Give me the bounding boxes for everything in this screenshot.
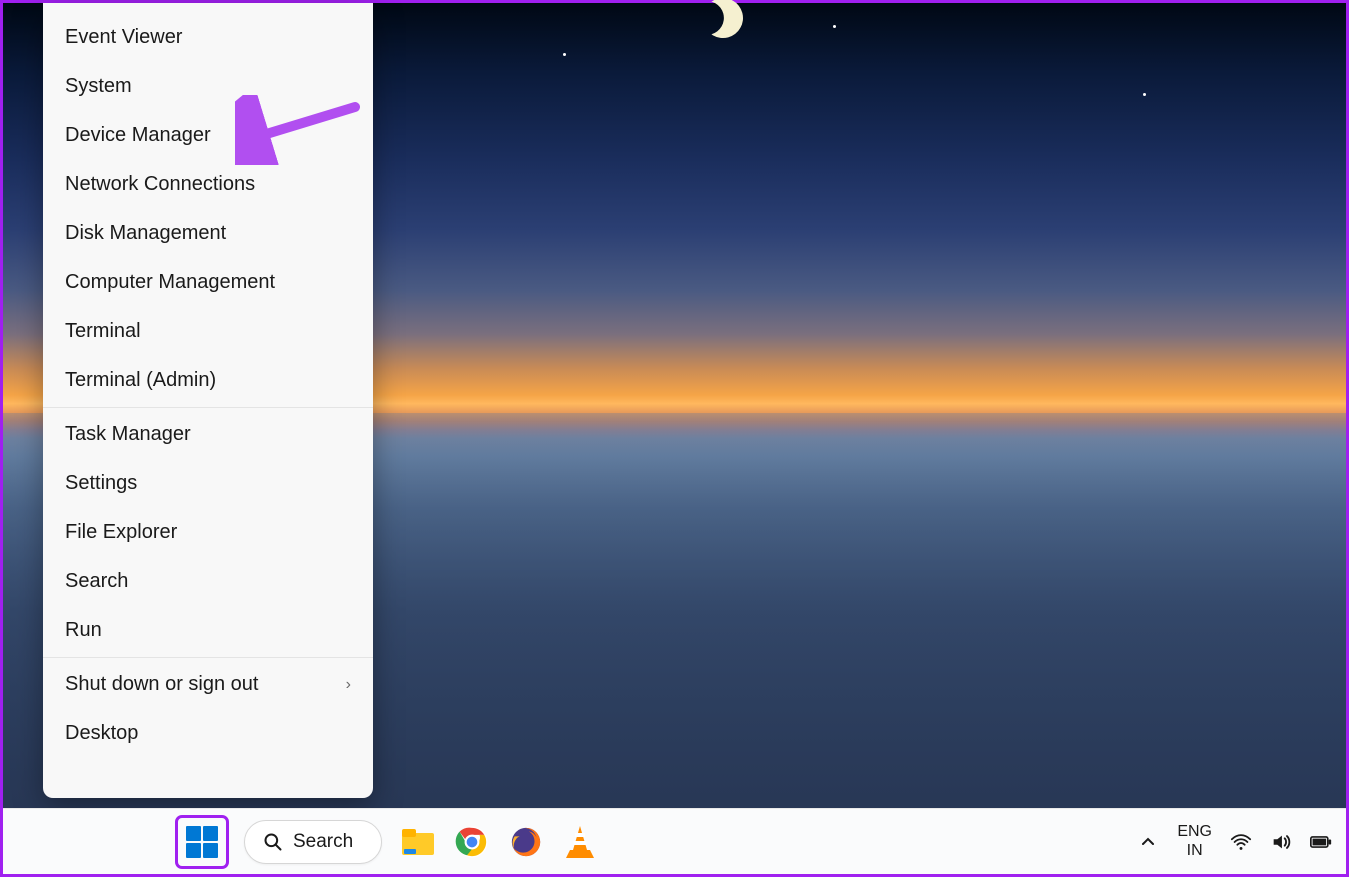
menu-separator	[43, 407, 373, 408]
menu-item-desktop[interactable]: Desktop	[43, 709, 373, 758]
vlc-icon[interactable]	[562, 824, 598, 860]
chevron-right-icon: ›	[346, 676, 351, 694]
language-line2: IN	[1177, 842, 1212, 860]
menu-item-label: Shut down or sign out	[65, 673, 258, 696]
menu-item-label: Disk Management	[65, 222, 226, 245]
menu-item-terminal[interactable]: Terminal	[43, 307, 373, 356]
winx-context-menu: Event Viewer System Device Manager Network …	[43, 3, 373, 798]
menu-item-event-viewer[interactable]: Event Viewer	[43, 13, 373, 62]
search-icon	[263, 832, 283, 852]
chrome-icon[interactable]	[454, 824, 490, 860]
star-icon	[563, 53, 566, 56]
system-tray: ENG IN	[1137, 823, 1332, 860]
star-icon	[833, 25, 836, 28]
menu-item-task-manager[interactable]: Task Manager	[43, 410, 373, 459]
language-line1: ENG	[1177, 823, 1212, 841]
menu-item-system[interactable]: System	[43, 62, 373, 111]
menu-item-label: Network Connections	[65, 173, 255, 196]
start-button[interactable]	[178, 818, 226, 866]
wifi-icon[interactable]	[1230, 831, 1252, 853]
menu-item-label: System	[65, 75, 132, 98]
file-explorer-icon[interactable]	[400, 824, 436, 860]
menu-item-computer-management[interactable]: Computer Management	[43, 258, 373, 307]
menu-item-label: Task Manager	[65, 423, 191, 446]
firefox-icon[interactable]	[508, 824, 544, 860]
menu-item-settings[interactable]: Settings	[43, 459, 373, 508]
windows-logo-icon	[186, 826, 218, 858]
star-icon	[1143, 93, 1146, 96]
menu-item-label: Event Viewer	[65, 26, 182, 49]
menu-item-label: Computer Management	[65, 271, 275, 294]
tray-overflow-chevron-icon[interactable]	[1137, 831, 1159, 853]
menu-item-network-connections[interactable]: Network Connections	[43, 160, 373, 209]
menu-item-label: Search	[65, 570, 128, 593]
taskbar: Search	[3, 808, 1346, 874]
volume-icon[interactable]	[1270, 831, 1292, 853]
language-indicator[interactable]: ENG IN	[1177, 823, 1212, 860]
menu-item-terminal-admin[interactable]: Terminal (Admin)	[43, 356, 373, 405]
menu-item-label: Settings	[65, 472, 137, 495]
moon-icon	[696, 0, 751, 45]
menu-separator	[43, 657, 373, 658]
menu-item-label: Terminal	[65, 320, 141, 343]
menu-item-file-explorer[interactable]: File Explorer	[43, 508, 373, 557]
menu-item-label: Desktop	[65, 722, 138, 745]
menu-item-label: Run	[65, 619, 102, 642]
menu-item-search[interactable]: Search	[43, 557, 373, 606]
menu-item-label: Device Manager	[65, 124, 211, 147]
taskbar-center: Search	[178, 818, 598, 866]
menu-item-run[interactable]: Run	[43, 606, 373, 655]
menu-item-shut-down-or-sign-out[interactable]: Shut down or sign out ›	[43, 660, 373, 709]
battery-icon[interactable]	[1310, 831, 1332, 853]
menu-item-device-manager[interactable]: Device Manager	[43, 111, 373, 160]
menu-item-label: Terminal (Admin)	[65, 369, 216, 392]
menu-item-label: File Explorer	[65, 521, 177, 544]
taskbar-search-label: Search	[293, 831, 353, 853]
menu-item-disk-management[interactable]: Disk Management	[43, 209, 373, 258]
taskbar-search-button[interactable]: Search	[244, 820, 382, 864]
